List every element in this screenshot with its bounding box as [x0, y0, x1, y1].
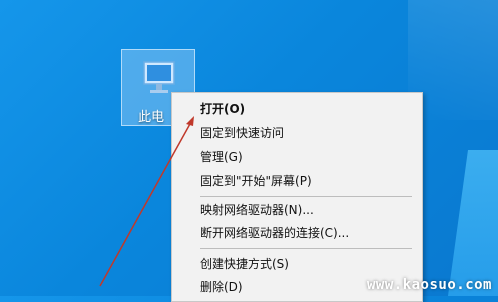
watermark: www.kaosuo.com: [366, 277, 492, 293]
annotation-arrow: [99, 116, 194, 287]
desktop: { "desktop": { "icon_label": "此电", "icon…: [0, 0, 498, 302]
